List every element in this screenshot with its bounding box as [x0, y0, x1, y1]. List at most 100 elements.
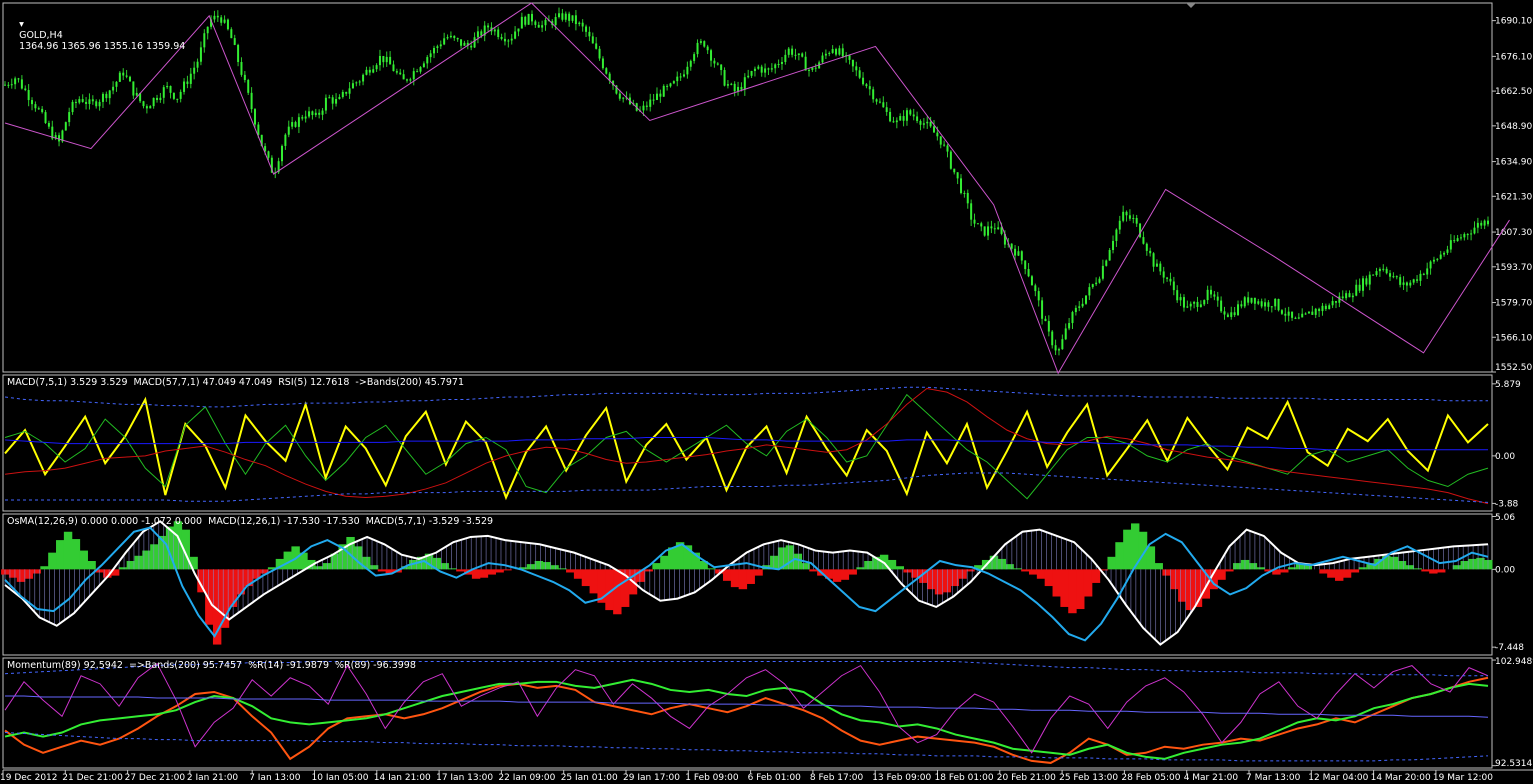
candle-body [199, 47, 202, 62]
candle-body [456, 37, 459, 40]
candle-body [1446, 249, 1449, 253]
candle-body [1152, 253, 1155, 267]
candle-body [426, 57, 429, 64]
candle-body [507, 40, 510, 42]
osma-bar [1319, 569, 1328, 574]
candle-body [189, 73, 192, 84]
candle-body [156, 97, 159, 100]
candle-body [1159, 263, 1162, 272]
y-tick-label: 1579.70 [1495, 299, 1532, 309]
candle-body [206, 26, 209, 34]
candle-body [784, 54, 787, 62]
osma-bar [722, 569, 732, 581]
candle-body [1351, 295, 1354, 298]
candle-body [1098, 278, 1101, 283]
candle-body [1149, 250, 1152, 254]
candle-body [1166, 277, 1169, 279]
osma-bar [770, 555, 779, 570]
osma-bar [1076, 569, 1085, 610]
y-tick-label: 92.5314 [1495, 759, 1532, 769]
candle-body [585, 26, 588, 32]
candle-body [794, 54, 797, 56]
osma-bar [1468, 558, 1477, 570]
candle-body [105, 93, 108, 99]
candle-body [240, 62, 243, 75]
candle-body [878, 101, 881, 103]
candle-body [571, 15, 574, 21]
osma-bar [613, 569, 622, 615]
candle-body [1209, 289, 1212, 295]
chart-window[interactable]: 1690.10 1676.10 1662.50 1648.90 1634.90 1621.… [0, 0, 1533, 783]
candle-body [578, 22, 581, 25]
candle-body [294, 122, 297, 127]
candle-body [17, 78, 20, 80]
x-tick-label: 10 Jan 05:00 [312, 773, 369, 780]
candle-body [1247, 297, 1250, 303]
candle-body [895, 120, 898, 123]
collapse-triangle-icon[interactable]: ▾ [19, 19, 24, 30]
osma-bar [1060, 569, 1069, 607]
osma-bar [487, 569, 496, 575]
candle-body [267, 151, 270, 158]
candle-body [1206, 289, 1209, 301]
candle-body [335, 99, 338, 104]
candle-body [172, 92, 175, 99]
osma-bar [1146, 546, 1156, 570]
osma-bar [1421, 569, 1430, 572]
candle-body [1176, 290, 1179, 301]
osma-bar [1327, 569, 1336, 578]
candle-body [1287, 311, 1290, 316]
candle-body [108, 90, 111, 99]
x-tick-label: 19 Dec 2012 [0, 773, 58, 780]
candle-body [1240, 304, 1243, 307]
candle-body [936, 132, 939, 137]
candle-body [811, 67, 814, 70]
osma-bar [950, 569, 959, 587]
candle-body [659, 93, 662, 97]
osma-bar [1123, 529, 1132, 570]
candle-body [385, 56, 388, 63]
candle-body [1453, 240, 1456, 242]
x-tick-label: 17 Jan 13:00 [436, 773, 493, 780]
candle-body [929, 121, 932, 127]
osma-bar [1091, 569, 1101, 583]
candle-body [1179, 297, 1182, 301]
candle-body [807, 69, 810, 71]
candle-body [1416, 279, 1419, 281]
osma-bar [652, 563, 661, 570]
osma-bar [471, 569, 481, 579]
candle-body [905, 110, 908, 121]
candle-body [1057, 349, 1060, 351]
candle-body [1385, 268, 1388, 274]
candle-body [493, 29, 496, 32]
candle-body [318, 112, 321, 115]
osma-bar [1452, 565, 1462, 570]
candle-body [1463, 234, 1466, 238]
candle-body [1280, 310, 1283, 314]
candle-body [1061, 339, 1064, 350]
candle-body [1291, 311, 1294, 318]
candle-body [541, 25, 544, 28]
candle-body [868, 86, 871, 90]
candle-body [88, 99, 91, 105]
osma-bar [456, 569, 465, 572]
x-tick-label: 28 Feb 05:00 [1121, 773, 1180, 780]
candle-body [544, 19, 547, 26]
osma-bar [840, 569, 850, 580]
candle-body [399, 72, 402, 75]
osma-bar [495, 569, 504, 573]
candle-body [595, 43, 598, 49]
candle-body [824, 53, 827, 56]
osma-bar [738, 569, 748, 590]
candle-body [14, 78, 17, 85]
candle-body [872, 89, 875, 100]
candle-body [848, 55, 851, 60]
candle-body [1182, 297, 1185, 308]
candle-body [91, 99, 94, 102]
candle-body [1041, 300, 1044, 319]
candle-body [831, 49, 834, 53]
osma-bar [205, 569, 214, 625]
candle-body [1392, 276, 1395, 278]
osma-bar [1225, 569, 1234, 572]
candle-body [1459, 237, 1462, 239]
